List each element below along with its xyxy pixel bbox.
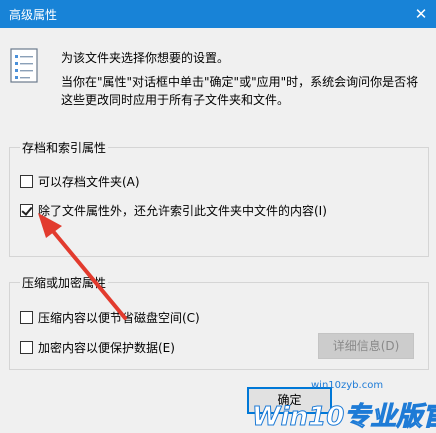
archive-folder-label: 可以存档文件夹(A) <box>38 175 140 189</box>
details-button[interactable]: 详细信息(D) <box>318 333 414 359</box>
archive-folder-option[interactable]: 可以存档文件夹(A) <box>20 173 140 190</box>
encrypt-label: 加密内容以便保护数据(E) <box>38 341 175 355</box>
compress-encrypt-group-label: 压缩或加密属性 <box>20 274 109 291</box>
encrypt-option[interactable]: 加密内容以便保护数据(E) <box>20 339 175 356</box>
watermark-text: Win10专业版官网 <box>252 402 436 432</box>
watermark-url: win10zyb.com <box>311 380 384 391</box>
title-bar: 高级属性 ✕ <box>0 0 436 28</box>
encrypt-checkbox[interactable] <box>20 341 33 354</box>
window-title: 高级属性 <box>9 8 58 22</box>
compress-checkbox[interactable] <box>20 311 33 324</box>
index-contents-label: 除了文件属性外，还允许索引此文件夹中文件的内容(I) <box>38 204 327 218</box>
intro-description: 当你在"属性"对话框中单击"确定"或"应用"时，系统会询问你是否将这些更改同时应… <box>61 75 419 107</box>
watermark-logo: Win10专业版官网 <box>252 402 436 433</box>
archive-index-group-label: 存档和索引属性 <box>20 139 109 156</box>
index-contents-option[interactable]: 除了文件属性外，还允许索引此文件夹中文件的内容(I) <box>20 202 327 219</box>
intro-heading: 为该文件夹选择你想要的设置。 <box>61 51 230 65</box>
compress-label: 压缩内容以便节省磁盘空间(C) <box>38 311 200 325</box>
compress-option[interactable]: 压缩内容以便节省磁盘空间(C) <box>20 309 200 326</box>
index-contents-checkbox[interactable] <box>20 204 33 217</box>
archive-folder-checkbox[interactable] <box>20 175 33 188</box>
close-icon[interactable]: ✕ <box>406 0 436 28</box>
settings-document-icon <box>10 48 38 83</box>
